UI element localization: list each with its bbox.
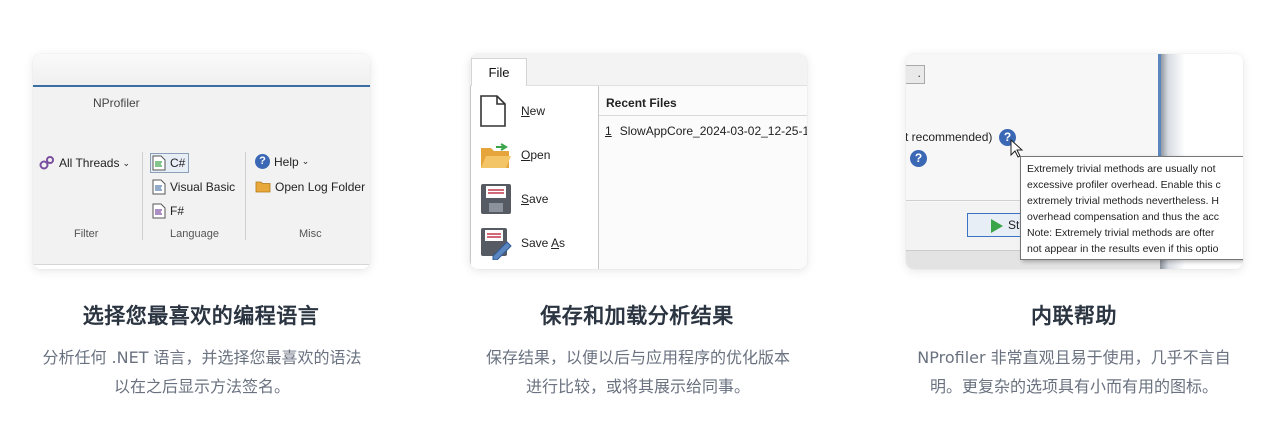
save-disk-icon: [481, 184, 511, 214]
recent-files-panel: Recent Files 1 SlowAppCore_2024-03-02_12-…: [599, 86, 807, 269]
language-fsharp-button[interactable]: F#: [152, 203, 184, 219]
open-log-folder-label: Open Log Folder: [275, 179, 366, 194]
feature-description: NProfiler 非常直观且易于使用，几乎不言自 明。更复杂的选项具有小而有用…: [917, 348, 1231, 396]
group-label-language: Language: [170, 228, 219, 240]
recent-file-item[interactable]: 1 SlowAppCore_2024-03-02_12-25-12: [605, 124, 807, 138]
help-icon[interactable]: ?: [910, 150, 927, 167]
recent-files-heading: Recent Files: [606, 96, 677, 110]
inline-help-screenshot: . t recommended) ? ? St Extremely trivia…: [906, 54, 1243, 269]
feature-description: 保存结果，以便以后与应用程序的优化版本 进行比较，或将其展示给同事。: [485, 348, 790, 396]
folder-icon: [255, 181, 271, 193]
language-vb-button[interactable]: Visual Basic: [152, 179, 235, 195]
ribbon-titlebar: [33, 54, 370, 85]
feature-title: 保存和加载分析结果: [540, 304, 734, 328]
help-label: Help: [274, 154, 299, 169]
code-file-icon: [152, 203, 166, 219]
open-folder-icon: [481, 143, 511, 168]
menu-item-save-as[interactable]: Save As: [479, 226, 565, 260]
help-tooltip: Extremely trivial methods are usually no…: [1020, 156, 1243, 260]
all-threads-label: All Threads: [59, 156, 120, 170]
app-name: NProfiler: [93, 96, 140, 110]
group-label-misc: Misc: [299, 228, 322, 240]
chevron-down-icon: ⌄: [301, 156, 310, 166]
open-log-folder-button[interactable]: Open Log Folder: [255, 179, 365, 194]
help-dropdown[interactable]: ? Help ⌄: [255, 154, 309, 169]
play-icon: [991, 219, 1003, 233]
tab-file[interactable]: File: [471, 58, 527, 87]
option-label: t recommended): [906, 130, 993, 144]
new-file-icon: [480, 95, 506, 127]
fsharp-label: F#: [170, 204, 185, 218]
file-menu-commands: New Open Save Save As: [470, 86, 599, 269]
menu-item-open[interactable]: Open: [479, 138, 550, 172]
group-label-filter: Filter: [74, 228, 99, 240]
chevron-down-icon: ⌄: [122, 157, 131, 168]
menu-item-save[interactable]: Save: [479, 182, 548, 216]
ribbon-separator: [142, 152, 143, 240]
code-file-icon: [152, 179, 166, 195]
ribbon-separator: [245, 152, 246, 240]
feature-description: 分析任何 .NET 语言，并选择您最喜欢的语法 以在之后显示方法签名。: [42, 348, 362, 396]
browse-button[interactable]: .: [906, 65, 925, 84]
file-menu-screenshot: File New Open Save Save As Recent Files …: [470, 54, 807, 269]
ribbon-screenshot: NProfiler All Threads ⌄ C# Visual Basic …: [33, 54, 370, 269]
all-threads-dropdown[interactable]: All Threads ⌄: [39, 155, 130, 171]
save-as-icon: [481, 228, 512, 260]
language-csharp-button[interactable]: C#: [150, 153, 190, 173]
help-icon: ?: [255, 154, 270, 169]
threads-icon: [39, 156, 54, 170]
feature-title: 内联帮助: [1031, 304, 1117, 328]
csharp-label: C#: [170, 156, 186, 170]
vb-label: Visual Basic: [170, 180, 236, 194]
menu-item-new[interactable]: New: [479, 94, 545, 128]
feature-title: 选择您最喜欢的编程语言: [82, 304, 320, 328]
code-file-icon: [152, 155, 166, 171]
